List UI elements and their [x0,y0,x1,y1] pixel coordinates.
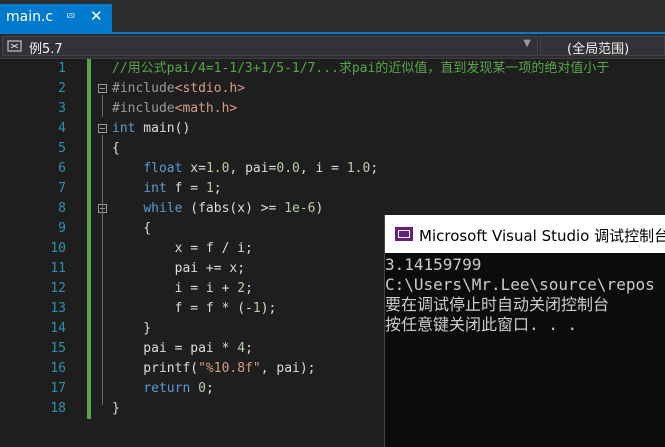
code-line[interactable]: //用公式pai/4=1-1/3+1/5-1/7...求pai的近似值，直到发现… [112,59,609,79]
console-titlebar[interactable]: Microsoft Visual Studio 调试控制台 [385,215,665,253]
line-number: 2 [58,81,66,96]
code-line[interactable]: printf("%10.8f", pai); [112,359,315,379]
code-line[interactable]: } [112,319,151,339]
code-line[interactable]: #include<math.h> [112,99,237,119]
line-number: 1 [58,61,66,76]
code-line[interactable]: pai = pai * 4; [112,339,253,359]
code-line[interactable]: #include<stdio.h> [112,79,245,99]
line-number: 13 [50,301,66,316]
line-number: 4 [58,121,66,136]
console-output-line: 要在调试停止时自动关闭控制台 [385,295,610,314]
debug-console-window[interactable]: Microsoft Visual Studio 调试控制台 3.14159799… [384,215,665,447]
console-output-line: 按任意键关闭此窗口. . . [385,315,578,334]
code-line[interactable]: { [112,139,120,159]
change-indicator-bar [87,59,91,419]
global-scope-label: (全局范围) [567,42,630,57]
line-number: 6 [58,161,66,176]
line-number: 12 [50,281,66,296]
line-number: 5 [58,141,66,156]
code-line[interactable]: x = f / i; [112,239,253,259]
console-output-line: C:\Users\Mr.Lee\source\repos [385,275,655,294]
code-line[interactable]: { [112,219,151,239]
scope-label: 例5.7 [29,42,63,57]
line-number: 15 [50,341,66,356]
code-line[interactable]: pai += x; [112,259,245,279]
console-output: 3.14159799 C:\Users\Mr.Lee\source\repos 要在… [385,255,665,335]
fold-toggle-icon[interactable] [98,124,107,133]
line-number: 18 [50,401,66,416]
pin-icon[interactable]: ⮹ [66,9,76,24]
tab-main-c[interactable]: main.c ⮹ ✕ [0,4,112,32]
line-number: 11 [50,261,66,276]
line-number: 14 [50,321,66,336]
code-line[interactable]: i = i + 2; [112,279,253,299]
fold-guide-line [102,135,103,405]
line-number: 10 [50,241,66,256]
line-number: 9 [58,221,66,236]
project-scope-dropdown[interactable]: 例5.7 ▼ [2,36,538,57]
code-line[interactable]: int main() [112,119,190,139]
code-line[interactable]: float x=1.0, pai=0.0, i = 1.0; [112,159,378,179]
line-number: 8 [58,201,66,216]
chevron-down-icon: ▼ [523,38,531,49]
line-number: 17 [50,381,66,396]
tab-bar: main.c ⮹ ✕ [0,0,665,32]
tab-title: main.c [6,9,54,25]
line-number: 7 [58,181,66,196]
console-output-line: 3.14159799 [385,255,482,274]
code-line[interactable]: } [112,399,120,419]
code-line[interactable]: return 0; [112,379,213,399]
fold-toggle-icon[interactable] [98,84,107,93]
global-scope-dropdown[interactable]: (全局范围) [540,36,665,57]
console-title: Microsoft Visual Studio 调试控制台 [419,227,665,245]
code-line[interactable]: int f = 1; [112,179,221,199]
line-number: 3 [58,101,66,116]
code-line[interactable]: while (fabs(x) >= 1e-6) [112,199,323,219]
fold-guide-line [102,95,103,117]
project-icon [7,40,22,52]
close-icon[interactable]: ✕ [90,7,103,25]
line-number: 16 [50,361,66,376]
console-app-icon [395,227,413,241]
navigation-bar: 例5.7 ▼ (全局范围) [0,34,665,59]
code-line[interactable]: f = f * (-1); [112,299,277,319]
